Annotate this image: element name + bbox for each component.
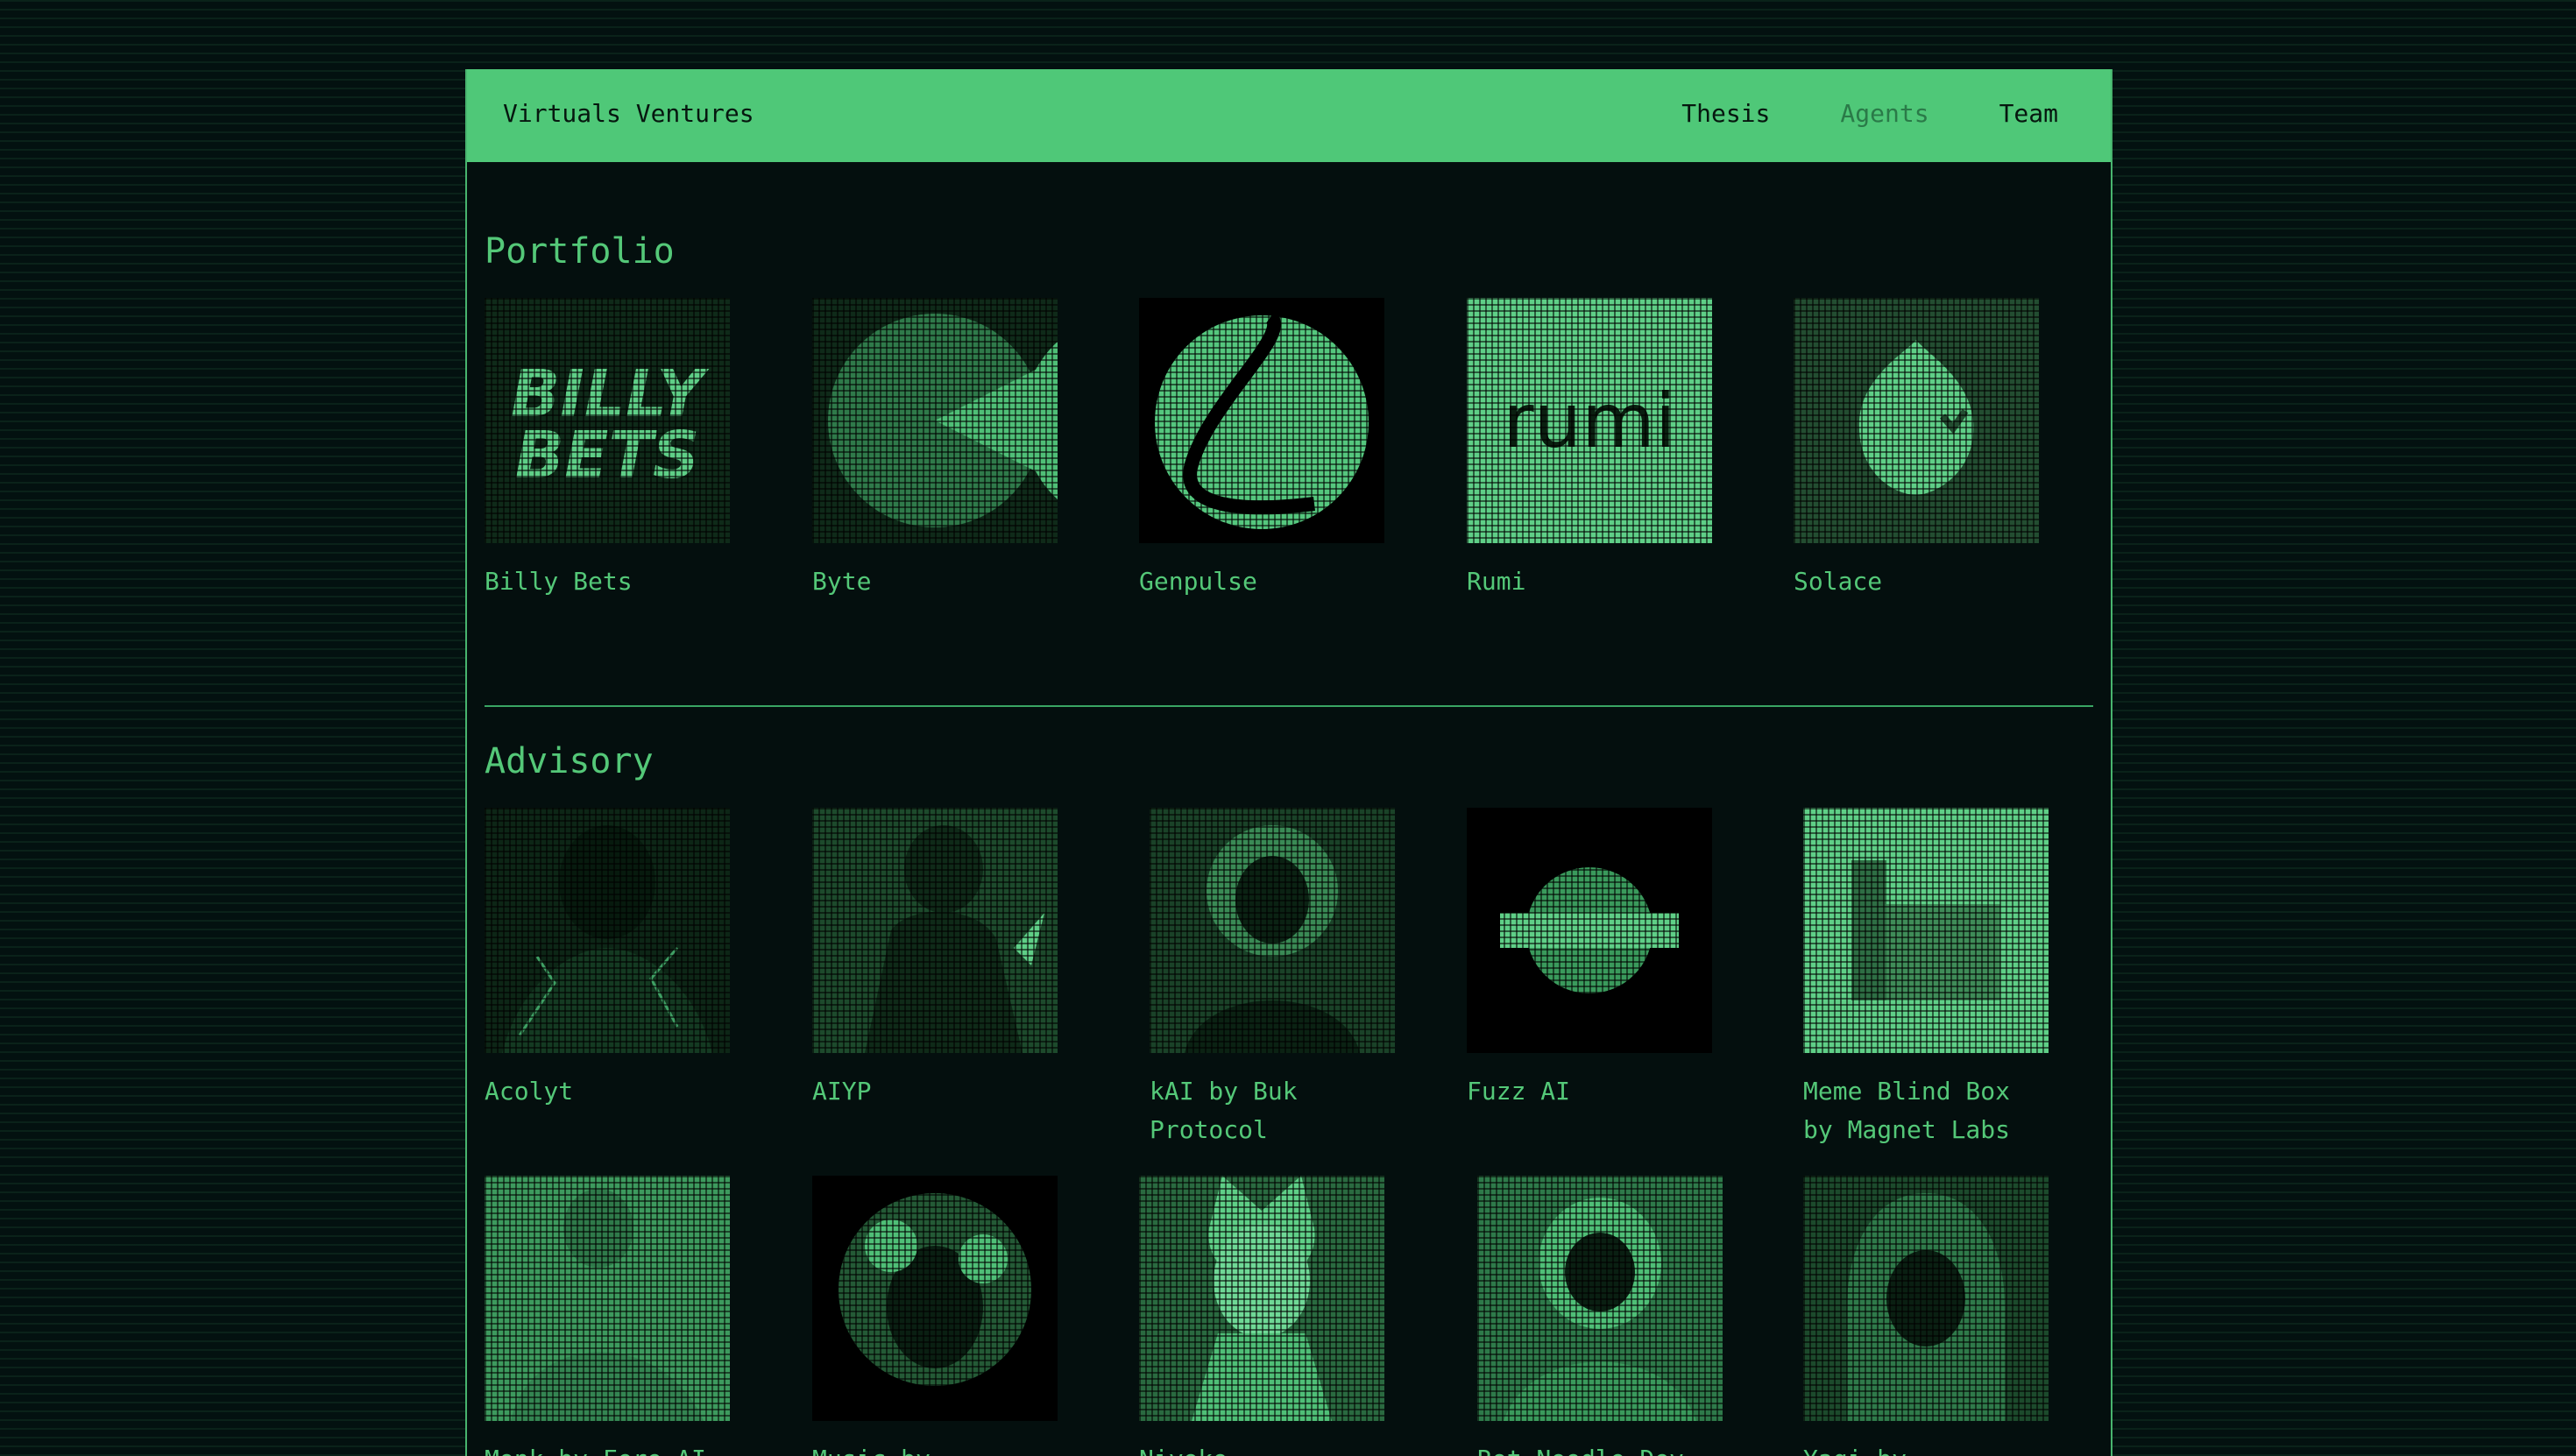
portfolio-card-rumi[interactable]: rumi Rumi bbox=[1467, 298, 1712, 601]
portfolio-card-label: Billy Bets bbox=[485, 567, 633, 596]
advisory-card-label: Acolyt bbox=[485, 1077, 574, 1106]
acolyt-image-icon bbox=[485, 808, 730, 1053]
rumi-logo-icon: rumi bbox=[1467, 298, 1712, 543]
advisory-card-label: Niyoko bbox=[1139, 1440, 1384, 1456]
advisory-card-label: AIYP bbox=[812, 1077, 872, 1106]
advisory-card-label: Meme Blind Box by Magnet Labs bbox=[1803, 1077, 2011, 1144]
advisory-card-label: Yaqi by Ringfence bbox=[1803, 1440, 2049, 1456]
advisory-card-meme-blind-box[interactable]: Meme Blind Box by Magnet Labs bbox=[1803, 808, 2049, 1149]
niyoko-image-icon bbox=[1139, 1176, 1384, 1421]
advisory-card-fuzz-ai[interactable]: Fuzz AI bbox=[1467, 808, 1712, 1111]
advisory-card-label: Fuzz AI bbox=[1467, 1077, 1571, 1106]
section-divider bbox=[485, 705, 2093, 707]
top-nav-bar: Virtuals Ventures Thesis Agents Team bbox=[467, 69, 2111, 162]
nav-menu: Thesis Agents Team bbox=[1681, 99, 2058, 128]
svg-text:rumi: rumi bbox=[1503, 378, 1676, 465]
nav-item-thesis[interactable]: Thesis bbox=[1681, 99, 1770, 128]
advisory-section-title: Advisory bbox=[485, 741, 654, 781]
portfolio-card-billy-bets[interactable]: BILLY BETS Billy Bets bbox=[485, 298, 730, 601]
fuzz-ai-logo-icon bbox=[1467, 808, 1712, 1053]
svg-text:BETS: BETS bbox=[515, 418, 700, 493]
billy-bets-logo-icon: BILLY BETS bbox=[485, 298, 730, 543]
advisory-card-acolyt[interactable]: Acolyt bbox=[485, 808, 730, 1111]
meme-blind-box-logo-icon bbox=[1803, 808, 2049, 1053]
portfolio-card-byte[interactable]: Byte bbox=[812, 298, 1058, 601]
solace-logo-icon bbox=[1794, 298, 2039, 543]
advisory-card-label: Monk by Fere AI bbox=[485, 1440, 730, 1456]
yaqi-image-icon bbox=[1803, 1176, 2049, 1421]
portfolio-card-label: Byte bbox=[812, 567, 872, 596]
music-image-icon bbox=[812, 1176, 1058, 1421]
advisory-card-aiyp[interactable]: AIYP bbox=[812, 808, 1058, 1111]
portfolio-card-solace[interactable]: Solace bbox=[1794, 298, 2039, 601]
portfolio-card-label: Solace bbox=[1794, 567, 1883, 596]
advisory-card-monk[interactable]: Monk by Fere AI bbox=[485, 1176, 730, 1456]
kai-image-icon bbox=[1150, 808, 1395, 1053]
main-frame: Virtuals Ventures Thesis Agents Team Por… bbox=[465, 69, 2112, 1456]
portfolio-card-label: Genpulse bbox=[1139, 567, 1257, 596]
advisory-card-kai[interactable]: kAI by Buk Protocol bbox=[1150, 808, 1395, 1149]
portfolio-card-label: Rumi bbox=[1467, 567, 1526, 596]
rot-noodle-image-icon bbox=[1477, 1176, 1723, 1421]
advisory-card-label: kAI by Buk Protocol bbox=[1150, 1077, 1298, 1144]
aiyp-image-icon bbox=[812, 808, 1058, 1053]
brand-link[interactable]: Virtuals Ventures bbox=[503, 99, 754, 128]
advisory-card-label: Music by Virtuals bbox=[812, 1440, 1058, 1456]
portfolio-card-genpulse[interactable]: Genpulse bbox=[1139, 298, 1384, 601]
advisory-card-niyoko[interactable]: Niyoko bbox=[1139, 1176, 1384, 1456]
genpulse-logo-icon bbox=[1139, 298, 1384, 543]
advisory-card-music[interactable]: Music by Virtuals bbox=[812, 1176, 1058, 1456]
advisory-card-label: Rot Noodle Dev by bbox=[1477, 1440, 1723, 1456]
byte-logo-icon bbox=[812, 298, 1058, 543]
monk-image-icon bbox=[485, 1176, 730, 1421]
nav-item-team[interactable]: Team bbox=[1999, 99, 2058, 128]
advisory-card-rot-noodle[interactable]: Rot Noodle Dev by bbox=[1477, 1176, 1723, 1456]
nav-item-agents[interactable]: Agents bbox=[1840, 99, 1928, 128]
portfolio-section-title: Portfolio bbox=[485, 231, 675, 272]
advisory-card-yaqi[interactable]: Yaqi by Ringfence bbox=[1803, 1176, 2049, 1456]
